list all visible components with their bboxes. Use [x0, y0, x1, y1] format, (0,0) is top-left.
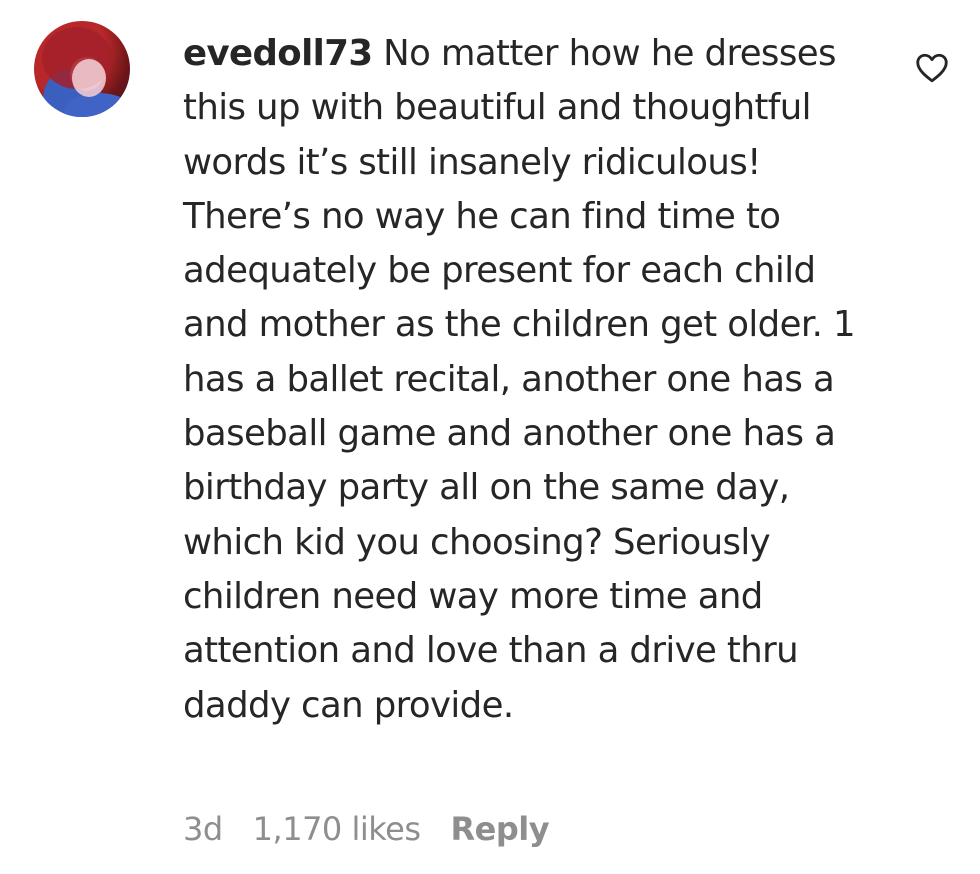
like-button[interactable]	[913, 50, 951, 86]
like-count[interactable]: 1,170 likes	[253, 810, 421, 848]
avatar-shoulder	[64, 93, 130, 117]
comment-text: No matter how he dresses this up with be…	[183, 33, 856, 726]
comment-body: evedoll73 No matter how he dresses this …	[183, 27, 863, 733]
reply-button[interactable]: Reply	[450, 810, 549, 848]
comment-username[interactable]: evedoll73	[183, 33, 373, 74]
comment-meta: 3d 1,170 likes Reply	[183, 805, 579, 853]
avatar-face	[72, 59, 106, 97]
avatar[interactable]	[34, 21, 130, 117]
comment-age[interactable]: 3d	[183, 810, 223, 848]
heart-outline-icon	[916, 53, 948, 83]
comment: evedoll73 No matter how he dresses this …	[0, 0, 980, 874]
